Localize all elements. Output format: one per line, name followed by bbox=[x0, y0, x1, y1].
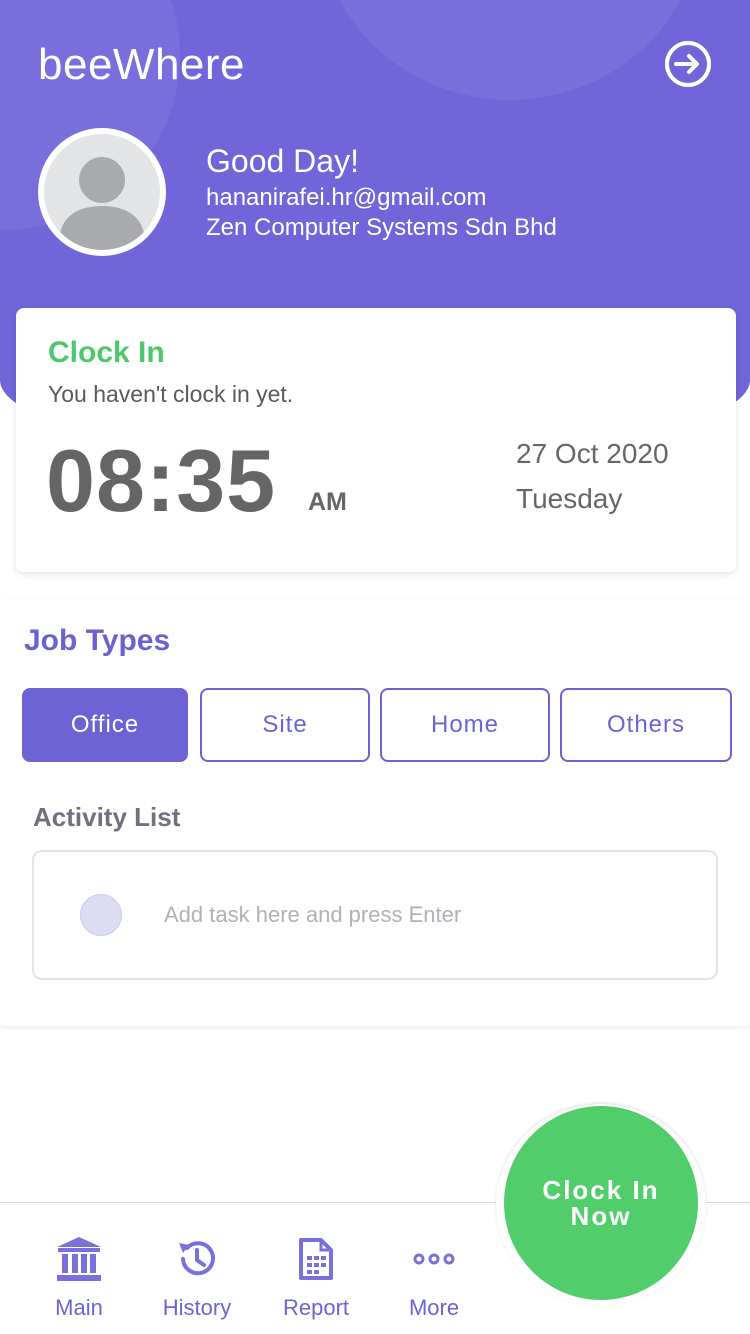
company-name: Zen Computer Systems Sdn Bhd bbox=[206, 214, 557, 241]
clock-in-now-label: Clock In Now bbox=[542, 1175, 660, 1231]
task-entry-box bbox=[32, 850, 718, 980]
nav-label-main: Main bbox=[55, 1295, 103, 1320]
nav-item-history[interactable]: History bbox=[142, 1203, 252, 1334]
job-types-panel: Job Types Office Site Home Others Activi… bbox=[0, 600, 750, 1026]
time-ampm: AM bbox=[308, 488, 347, 516]
greeting-text: Good Day! bbox=[206, 143, 359, 179]
clock-status-text: You haven't clock in yet. bbox=[48, 381, 294, 407]
header-decoration bbox=[320, 0, 700, 100]
nav-item-more[interactable]: More bbox=[379, 1203, 489, 1334]
more-icon bbox=[406, 1233, 462, 1285]
current-time: 08:35 bbox=[46, 431, 277, 530]
clock-in-label: Clock In bbox=[48, 336, 165, 369]
nav-label-report: Report bbox=[282, 1295, 350, 1320]
clock-in-card: Clock In You haven't clock in yet. 08:35… bbox=[16, 308, 736, 572]
history-icon bbox=[169, 1233, 225, 1285]
user-avatar-placeholder-icon bbox=[44, 134, 160, 250]
logout-icon[interactable] bbox=[664, 40, 712, 88]
job-type-site-button[interactable]: Site bbox=[200, 688, 370, 762]
task-bullet-icon bbox=[80, 894, 122, 936]
task-input[interactable] bbox=[164, 892, 684, 938]
job-type-office-button[interactable]: Office bbox=[22, 688, 188, 762]
job-types-title: Job Types bbox=[24, 624, 171, 657]
current-day: Tuesday bbox=[516, 483, 623, 514]
bank-icon bbox=[51, 1233, 107, 1285]
job-type-others-button[interactable]: Others bbox=[560, 688, 732, 762]
app-title: beeWhere bbox=[38, 40, 246, 89]
job-type-home-button[interactable]: Home bbox=[380, 688, 550, 762]
avatar[interactable] bbox=[38, 128, 166, 256]
nav-item-main[interactable]: Main bbox=[24, 1203, 134, 1334]
nav-label-history: History bbox=[162, 1295, 232, 1320]
report-icon bbox=[288, 1233, 344, 1285]
activity-list-title: Activity List bbox=[33, 802, 181, 832]
clock-in-now-button[interactable]: Clock In Now bbox=[504, 1106, 698, 1300]
user-email: hananirafei.hr@gmail.com bbox=[206, 184, 487, 211]
nav-label-more: More bbox=[408, 1295, 460, 1320]
nav-item-report[interactable]: Report bbox=[261, 1203, 371, 1334]
current-date: 27 Oct 2020 bbox=[516, 438, 669, 469]
